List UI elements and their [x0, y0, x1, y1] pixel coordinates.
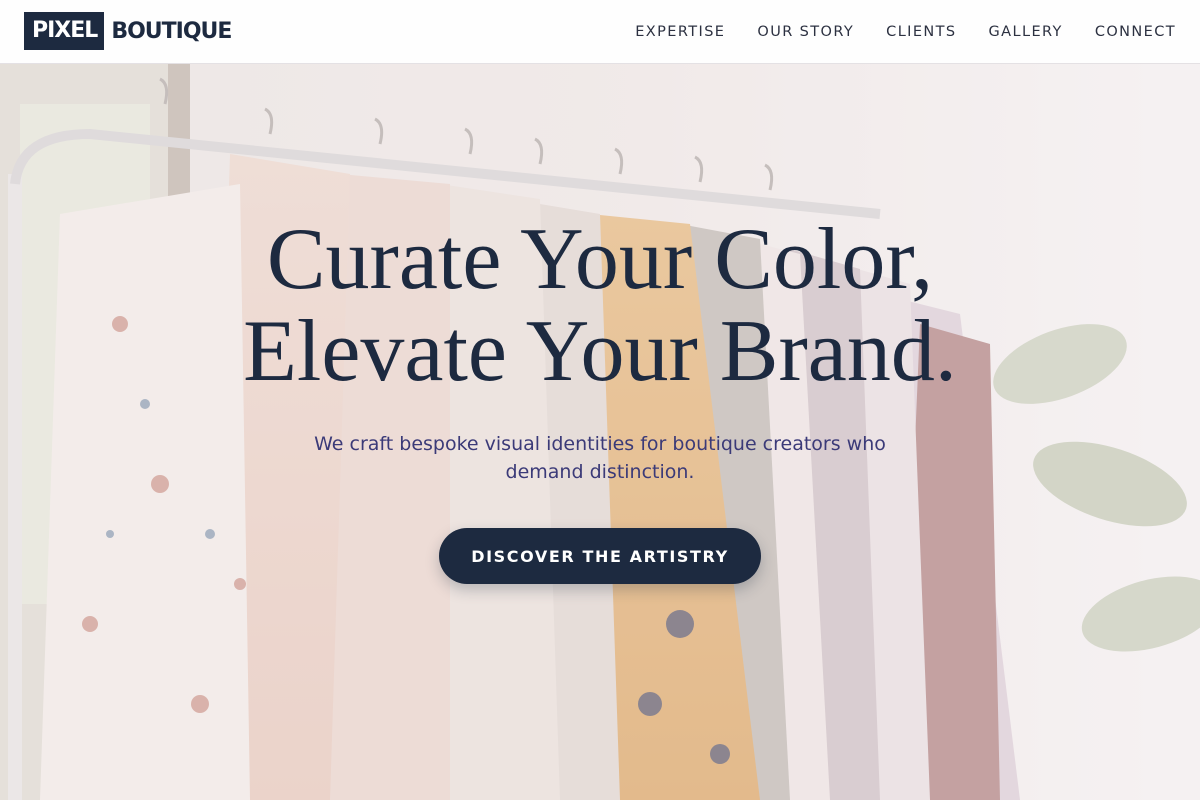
main-nav: EXPERTISE OUR STORY CLIENTS GALLERY CONN…: [603, 0, 1176, 64]
site-header: PIXEL BOUTIQUE EXPERTISE OUR STORY CLIEN…: [0, 0, 1200, 64]
hero-section: Curate Your Color, Elevate Your Brand. W…: [0, 64, 1200, 800]
nav-item-connect[interactable]: CONNECT: [1095, 24, 1176, 40]
nav-item-expertise[interactable]: EXPERTISE: [635, 24, 725, 40]
hero-subtitle: We craft bespoke visual identities for b…: [314, 433, 886, 483]
logo[interactable]: PIXEL BOUTIQUE: [24, 12, 232, 50]
hero-title-line-2: Elevate Your Brand.: [243, 303, 957, 400]
hero-title-line-1: Curate Your Color,: [266, 211, 934, 308]
nav-item-clients[interactable]: CLIENTS: [886, 24, 956, 40]
discover-artistry-button[interactable]: DISCOVER THE ARTISTRY: [439, 528, 761, 584]
nav-item-gallery[interactable]: GALLERY: [989, 24, 1063, 40]
logo-mark: PIXEL: [24, 12, 105, 50]
nav-item-our-story[interactable]: OUR STORY: [757, 24, 854, 40]
logo-wordmark: BOUTIQUE: [111, 18, 232, 44]
hero-title: Curate Your Color, Elevate Your Brand.: [0, 214, 1200, 398]
